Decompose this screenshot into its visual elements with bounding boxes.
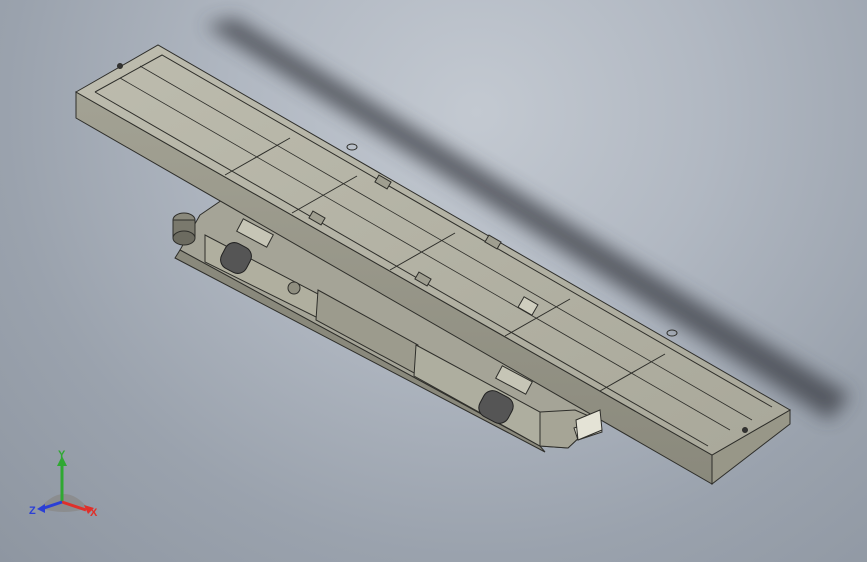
- coordinate-triad[interactable]: Y X Z: [28, 450, 103, 520]
- z-axis-arrow-icon: [37, 504, 45, 513]
- graphics-viewport[interactable]: Y X Z: [0, 0, 867, 562]
- conveyor-deck: [74, 44, 792, 486]
- conveyor-model[interactable]: [0, 0, 867, 562]
- y-axis-label: Y: [58, 450, 66, 461]
- bumper-cylinder: [172, 212, 196, 246]
- x-axis-label: X: [90, 507, 98, 519]
- z-axis-label: Z: [29, 505, 36, 517]
- port-round: [287, 281, 301, 295]
